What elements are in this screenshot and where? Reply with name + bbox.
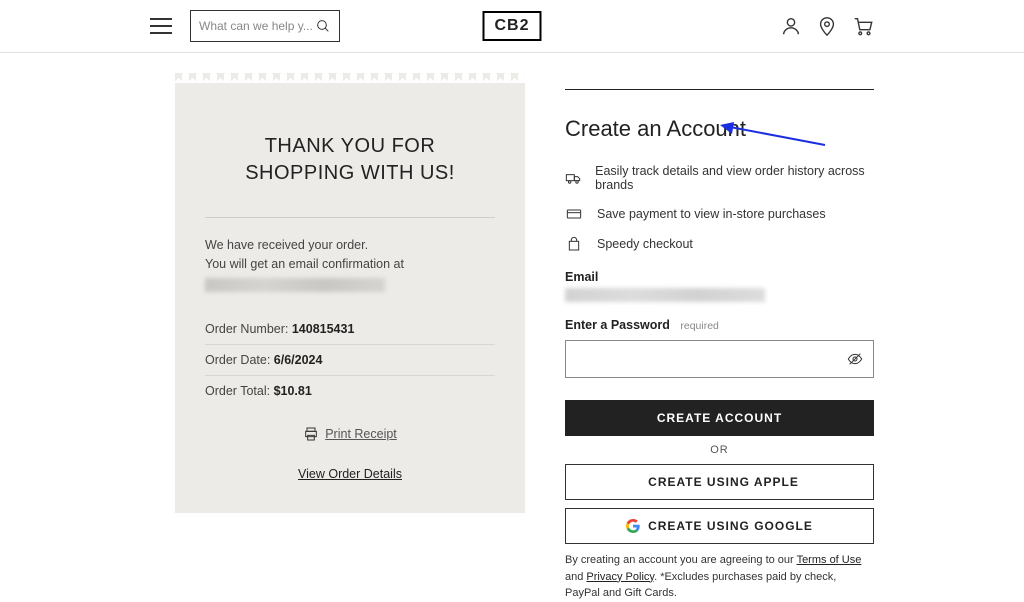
create-account-panel: Create an Account Easily track details a… bbox=[565, 53, 874, 602]
print-receipt-link[interactable]: Print Receipt bbox=[303, 426, 397, 442]
brand-logo[interactable]: CB2 bbox=[482, 11, 541, 41]
redacted-account-email bbox=[565, 288, 765, 302]
account-icon[interactable] bbox=[780, 15, 802, 37]
cart-icon[interactable] bbox=[852, 15, 874, 37]
apple-button-label: CREATE USING APPLE bbox=[648, 475, 799, 489]
benefit-checkout: Speedy checkout bbox=[565, 236, 874, 252]
site-header: CB2 bbox=[0, 0, 1024, 53]
benefit-tracking-label: Easily track details and view order hist… bbox=[595, 164, 874, 192]
password-label: Enter a Password bbox=[565, 318, 670, 332]
benefit-checkout-label: Speedy checkout bbox=[597, 237, 693, 251]
create-with-apple-button[interactable]: CREATE USING APPLE bbox=[565, 464, 874, 500]
create-account-button[interactable]: CREATE ACCOUNT bbox=[565, 400, 874, 436]
google-icon bbox=[626, 519, 640, 533]
password-field-wrap bbox=[565, 340, 874, 378]
view-order-details-link[interactable]: View Order Details bbox=[298, 467, 402, 481]
create-account-heading: Create an Account bbox=[565, 116, 874, 142]
order-number-row: Order Number: 140815431 bbox=[205, 314, 495, 345]
legal-text: By creating an account you are agreeing … bbox=[565, 552, 874, 602]
password-required-label: required bbox=[680, 320, 719, 332]
email-confirmation-text: You will get an email confirmation at bbox=[205, 255, 495, 274]
printer-icon bbox=[303, 426, 319, 442]
benefit-tracking: Easily track details and view order hist… bbox=[565, 164, 874, 192]
redacted-email bbox=[205, 278, 385, 292]
privacy-link[interactable]: Privacy Policy bbox=[586, 571, 654, 583]
location-icon[interactable] bbox=[816, 15, 838, 37]
or-separator: OR bbox=[565, 444, 874, 456]
truck-icon bbox=[565, 170, 581, 186]
order-total-row: Order Total: $10.81 bbox=[205, 376, 495, 406]
email-label: Email bbox=[565, 270, 598, 284]
print-receipt-label: Print Receipt bbox=[325, 427, 397, 441]
bag-icon bbox=[566, 236, 582, 252]
benefit-payment: Save payment to view in-store purchases bbox=[565, 206, 874, 222]
create-with-google-button[interactable]: CREATE USING GOOGLE bbox=[565, 508, 874, 544]
order-date-row: Order Date: 6/6/2024 bbox=[205, 345, 495, 376]
search-input[interactable] bbox=[199, 19, 315, 33]
search-box[interactable] bbox=[190, 10, 340, 42]
search-icon[interactable] bbox=[315, 18, 331, 34]
order-receipt-panel: THANK YOU FOR SHOPPING WITH US! We have … bbox=[175, 83, 525, 513]
order-received-text: We have received your order. bbox=[205, 236, 495, 255]
benefit-payment-label: Save payment to view in-store purchases bbox=[597, 207, 826, 221]
terms-link[interactable]: Terms of Use bbox=[797, 554, 862, 566]
menu-button[interactable] bbox=[150, 18, 172, 34]
password-input[interactable] bbox=[566, 341, 873, 377]
eye-off-icon[interactable] bbox=[847, 351, 863, 367]
card-icon bbox=[566, 206, 582, 222]
thank-you-heading: THANK YOU FOR SHOPPING WITH US! bbox=[205, 133, 495, 187]
google-button-label: CREATE USING GOOGLE bbox=[648, 519, 813, 533]
